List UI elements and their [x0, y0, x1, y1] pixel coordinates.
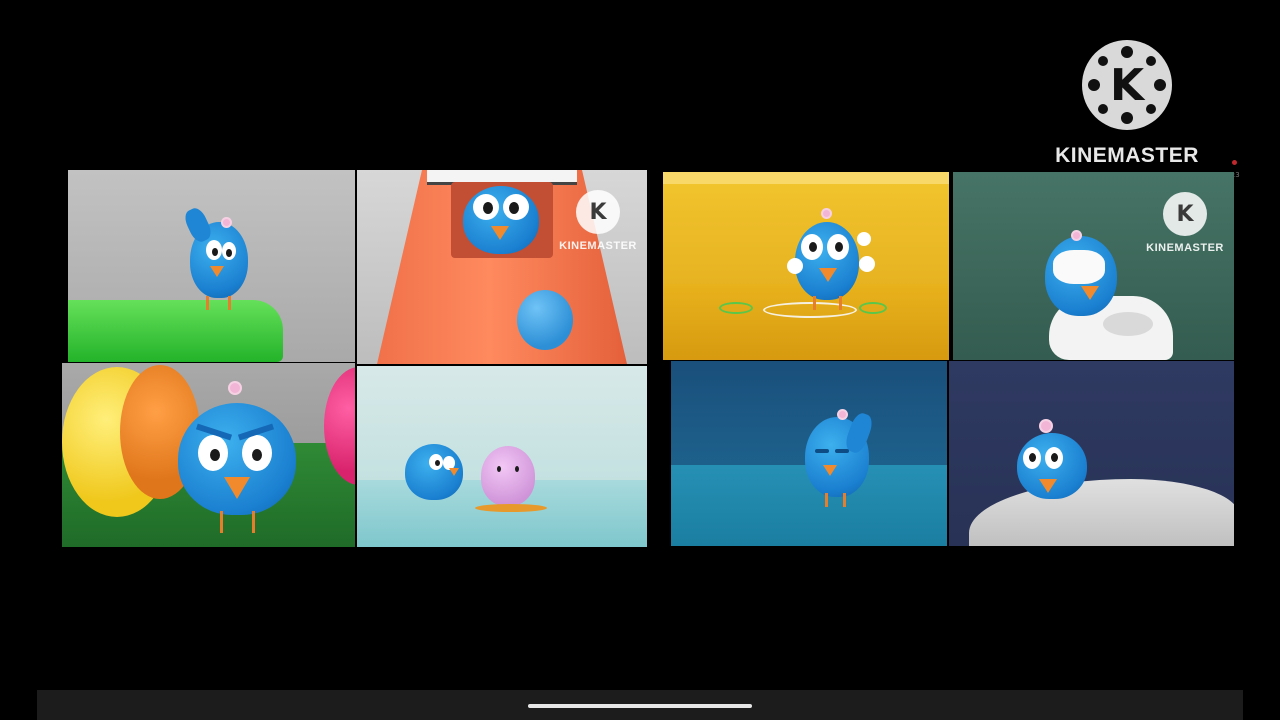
- kinemaster-logo-icon: K: [1082, 40, 1172, 130]
- pink-egg-character: [481, 446, 535, 506]
- video-panel-blue: [671, 361, 947, 546]
- video-panel-navy: [949, 361, 1234, 546]
- video-panel-balls: [62, 363, 355, 547]
- blue-ball: [517, 290, 573, 350]
- video-panel-grey: [68, 170, 355, 362]
- kinemaster-watermark-small: K KINEMASTER: [1141, 192, 1229, 254]
- video-panel-green: K KINEMASTER: [953, 172, 1234, 360]
- grey-hill: [969, 479, 1234, 546]
- kinemaster-watermark-small: K KINEMASTER: [555, 190, 641, 252]
- blue-bird-juggling: [795, 222, 859, 300]
- home-indicator[interactable]: [528, 704, 752, 708]
- video-panel-egg: [357, 366, 647, 547]
- blue-bird-in-window: [463, 186, 539, 254]
- recording-dot-icon: [1232, 160, 1237, 165]
- kinemaster-watermark-text: KINEMASTER: [1055, 144, 1199, 167]
- kinemaster-watermark: K KINEMASTER: [1044, 40, 1210, 168]
- video-panel-yellow: [663, 172, 949, 360]
- video-panel-orange-machine: K KINEMASTER: [357, 170, 647, 364]
